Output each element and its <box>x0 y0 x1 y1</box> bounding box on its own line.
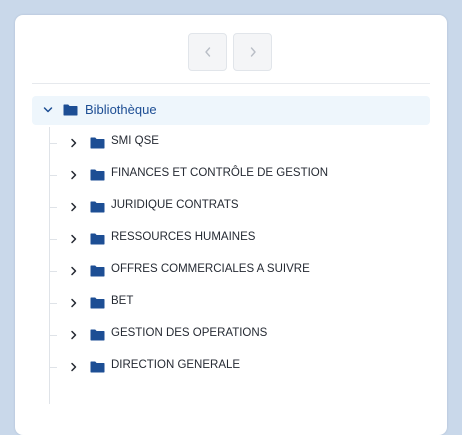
chevron-right-icon[interactable] <box>70 298 78 308</box>
folder-icon <box>90 169 105 181</box>
chevron-right-icon <box>250 47 256 57</box>
chevron-right-icon[interactable] <box>70 330 78 340</box>
tree-item[interactable]: FINANCES ET CONTRÔLE DE GESTION <box>32 159 430 191</box>
tree-item-label: GESTION DES OPERATIONS <box>111 327 268 339</box>
tree-item[interactable]: SMI QSE <box>32 127 430 159</box>
folder-icon <box>90 137 105 149</box>
chevron-right-icon[interactable] <box>70 362 78 372</box>
chevron-right-icon[interactable] <box>70 202 78 212</box>
tree-guide-tick <box>49 367 57 368</box>
chevron-left-icon <box>204 47 210 57</box>
folder-tree: Bibliothèque SMI QSE FINANCES ET CONTRÔLE… <box>32 96 430 404</box>
tree-guide-tick <box>49 303 57 304</box>
tree-item-label: FINANCES ET CONTRÔLE DE GESTION <box>111 167 329 179</box>
chevron-right-icon[interactable] <box>70 266 78 276</box>
folder-icon <box>90 361 105 373</box>
folder-icon <box>90 297 105 309</box>
tree-guide-tick <box>49 207 57 208</box>
tree-item[interactable]: JURIDIQUE CONTRATS <box>32 191 430 223</box>
folder-icon <box>90 201 105 213</box>
tree-guide-tick <box>49 335 57 336</box>
tree-item[interactable]: DIRECTION GENERALE <box>32 351 430 383</box>
next-page-button[interactable] <box>233 33 272 71</box>
chevron-down-icon[interactable] <box>43 106 53 114</box>
tree-guide-tick <box>49 175 57 176</box>
tree-children: SMI QSE FINANCES ET CONTRÔLE DE GESTION JU… <box>32 127 430 404</box>
folder-icon <box>90 329 105 341</box>
tree-item[interactable]: GESTION DES OPERATIONS <box>32 319 430 351</box>
tree-item-label: JURIDIQUE CONTRATS <box>111 199 239 211</box>
chevron-right-icon[interactable] <box>70 234 78 244</box>
tree-root-row[interactable]: Bibliothèque <box>32 96 430 125</box>
folder-icon <box>63 104 78 116</box>
tree-item[interactable]: OFFRES COMMERCIALES A SUIVRE <box>32 255 430 287</box>
tree-root-label: Bibliothèque <box>85 102 157 117</box>
chevron-right-icon[interactable] <box>70 170 78 180</box>
tree-guide-tick <box>49 239 57 240</box>
tree-guide-tick <box>49 143 57 144</box>
folder-icon <box>90 265 105 277</box>
chevron-right-icon[interactable] <box>70 138 78 148</box>
tree-item[interactable]: RESSOURCES HUMAINES <box>32 223 430 255</box>
tree-item-label: BET <box>111 295 134 307</box>
folder-icon <box>90 233 105 245</box>
tree-item-label: DIRECTION GENERALE <box>111 359 241 371</box>
tree-item[interactable]: BET <box>32 287 430 319</box>
library-panel: Bibliothèque SMI QSE FINANCES ET CONTRÔLE… <box>15 15 447 435</box>
tree-item-label: OFFRES COMMERCIALES A SUIVRE <box>111 263 310 275</box>
pagination <box>188 33 272 71</box>
tree-item-label: SMI QSE <box>111 135 159 147</box>
tree-item-label: RESSOURCES HUMAINES <box>111 231 256 243</box>
divider <box>32 83 430 84</box>
prev-page-button[interactable] <box>188 33 227 71</box>
tree-guide-tick <box>49 271 57 272</box>
